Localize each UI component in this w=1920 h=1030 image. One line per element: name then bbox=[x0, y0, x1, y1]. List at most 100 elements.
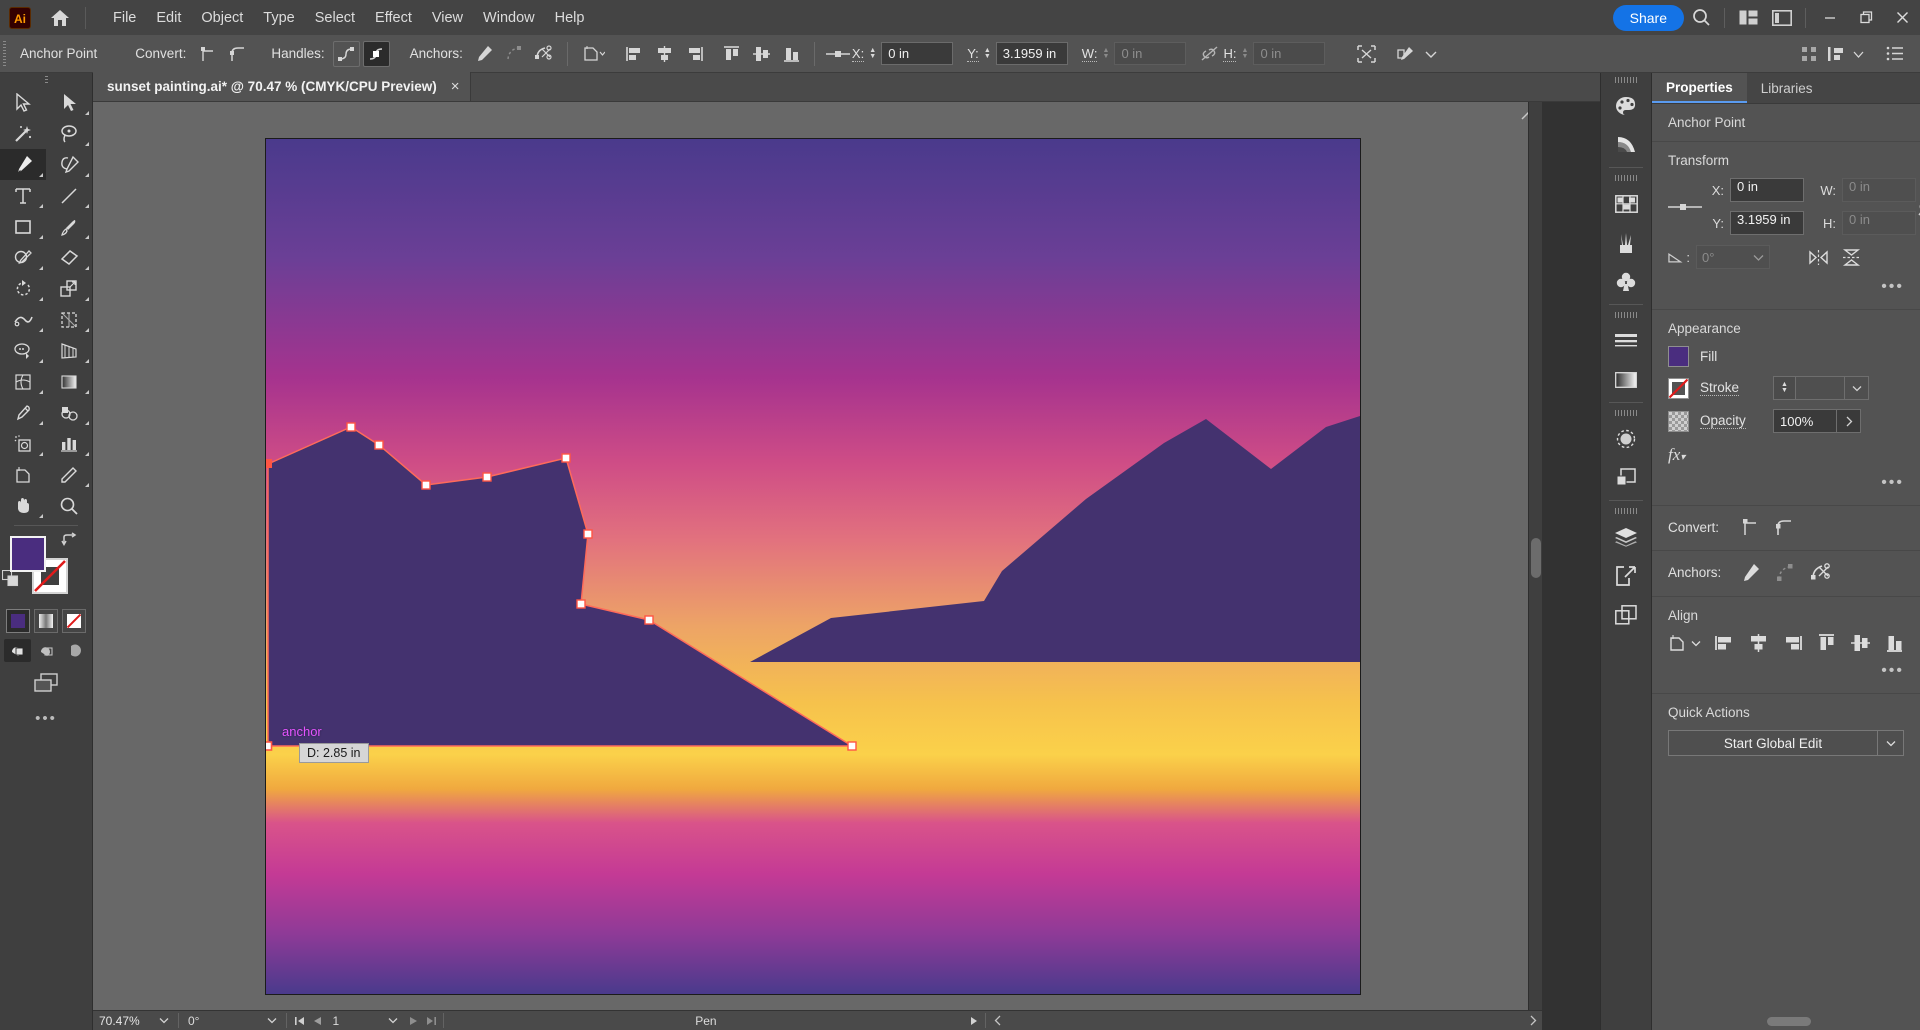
menu-select[interactable]: Select bbox=[305, 4, 365, 32]
y-input[interactable]: 3.1959 in bbox=[996, 42, 1068, 65]
hide-handles-icon[interactable] bbox=[363, 41, 390, 67]
tools-panel-grip[interactable] bbox=[0, 73, 92, 87]
hscroll-left-icon[interactable] bbox=[989, 1011, 1007, 1030]
eraser-tool[interactable] bbox=[46, 242, 92, 273]
canvas-horizontal-scroll-thumb[interactable] bbox=[1767, 1017, 1811, 1026]
close-icon[interactable]: × bbox=[451, 79, 460, 94]
free-transform-tool[interactable] bbox=[46, 304, 92, 335]
distribute-spacing-icon[interactable] bbox=[1822, 41, 1849, 67]
flip-horizontal-icon[interactable] bbox=[1808, 249, 1829, 266]
color-panel-icon[interactable] bbox=[1601, 86, 1651, 125]
swap-fill-stroke-icon[interactable] bbox=[61, 532, 78, 547]
dock-group-grip-3[interactable] bbox=[1601, 308, 1651, 321]
rotation-dropdown-icon[interactable] bbox=[261, 1011, 283, 1030]
share-button[interactable]: Share bbox=[1613, 5, 1684, 31]
remove-anchor-point-button[interactable] bbox=[1775, 562, 1796, 583]
add-anchor-point-button[interactable] bbox=[1740, 562, 1761, 583]
gradient-panel-icon[interactable] bbox=[1601, 360, 1651, 399]
transform-each-icon[interactable] bbox=[1795, 41, 1822, 67]
canvas-vertical-scrollbar[interactable] bbox=[1528, 102, 1542, 1010]
align-right-icon[interactable] bbox=[681, 41, 708, 67]
constrain-proportions-off-icon[interactable] bbox=[1196, 41, 1223, 67]
fx-button[interactable]: fx▾ bbox=[1668, 445, 1904, 465]
stroke-swatch[interactable] bbox=[1668, 378, 1689, 399]
lasso-tool[interactable] bbox=[46, 118, 92, 149]
first-artboard-icon[interactable] bbox=[290, 1011, 308, 1030]
document-tab[interactable]: sunset painting.ai* @ 70.47 % (CMYK/CPU … bbox=[93, 72, 471, 101]
global-edit-options-icon[interactable] bbox=[1878, 730, 1904, 756]
dock-group-grip-2[interactable] bbox=[1601, 171, 1651, 184]
magic-wand-tool[interactable] bbox=[0, 118, 46, 149]
menu-type[interactable]: Type bbox=[253, 4, 304, 32]
menu-file[interactable]: File bbox=[103, 4, 146, 32]
close-button[interactable] bbox=[1884, 5, 1920, 31]
cut-path-icon[interactable] bbox=[531, 41, 558, 67]
shape-tools-dropdown-icon[interactable] bbox=[1421, 41, 1441, 67]
menu-edit[interactable]: Edit bbox=[146, 4, 191, 32]
default-fill-stroke-icon[interactable] bbox=[2, 570, 19, 587]
previous-artboard-icon[interactable] bbox=[308, 1011, 326, 1030]
zoom-dropdown-icon[interactable] bbox=[153, 1011, 175, 1030]
align-top-icon[interactable] bbox=[718, 41, 745, 67]
opacity-options-icon[interactable] bbox=[1837, 409, 1861, 433]
distribute-dropdown-icon[interactable] bbox=[1849, 41, 1867, 67]
transform-bounds-icon[interactable] bbox=[1351, 41, 1381, 67]
next-artboard-icon[interactable] bbox=[404, 1011, 422, 1030]
zoom-level-value[interactable]: 70.47% bbox=[93, 1014, 153, 1028]
menu-window[interactable]: Window bbox=[473, 4, 545, 32]
pen-tool[interactable] bbox=[0, 149, 46, 180]
rectangle-tool[interactable] bbox=[0, 211, 46, 242]
align-more-options[interactable]: ••• bbox=[1668, 662, 1904, 680]
artboard-dropdown-icon[interactable] bbox=[577, 41, 611, 67]
last-artboard-icon[interactable] bbox=[422, 1011, 440, 1030]
perspective-grid-tool[interactable] bbox=[46, 335, 92, 366]
add-anchor-point-icon[interactable] bbox=[471, 41, 498, 67]
shape-builder-tool[interactable] bbox=[0, 335, 46, 366]
paintbrush-tool[interactable] bbox=[46, 211, 92, 242]
transparency-panel-icon[interactable] bbox=[1601, 458, 1651, 497]
remove-anchor-point-icon[interactable] bbox=[501, 41, 528, 67]
arrange-documents-icon[interactable] bbox=[1731, 0, 1765, 35]
menu-effect[interactable]: Effect bbox=[365, 4, 422, 32]
convert-to-smooth-icon[interactable] bbox=[224, 41, 251, 67]
align-to-dropdown[interactable] bbox=[1668, 633, 1701, 653]
props-y-input[interactable]: 3.1959 in bbox=[1730, 211, 1804, 235]
search-icon[interactable] bbox=[1684, 0, 1718, 35]
align-left-button[interactable] bbox=[1714, 633, 1735, 653]
symbols-panel-icon[interactable] bbox=[1601, 262, 1651, 301]
artboard[interactable]: anchor D: 2.85 in bbox=[266, 139, 1360, 994]
convert-to-smooth-button[interactable] bbox=[1774, 517, 1794, 537]
asset-export-icon[interactable] bbox=[1601, 556, 1651, 595]
slice-tool[interactable] bbox=[46, 459, 92, 490]
direct-selection-tool[interactable] bbox=[46, 87, 92, 118]
opacity-input[interactable]: 100% bbox=[1773, 409, 1837, 433]
align-top-button[interactable] bbox=[1816, 633, 1837, 653]
reference-point-widget[interactable] bbox=[1668, 201, 1702, 213]
dock-group-grip-5[interactable] bbox=[1601, 504, 1651, 517]
constrain-proportions-icon[interactable] bbox=[1916, 196, 1920, 218]
hscroll-right-icon[interactable] bbox=[1524, 1011, 1542, 1030]
dock-group-grip-4[interactable] bbox=[1601, 406, 1651, 419]
flip-vertical-icon[interactable] bbox=[1841, 248, 1862, 267]
align-right-button[interactable] bbox=[1782, 633, 1803, 653]
artboard-number-value[interactable]: 1 bbox=[326, 1014, 382, 1028]
curvature-tool[interactable] bbox=[46, 149, 92, 180]
rotate-tool[interactable] bbox=[0, 273, 46, 304]
align-left-icon[interactable] bbox=[621, 41, 648, 67]
zoom-tool[interactable] bbox=[46, 490, 92, 521]
cut-path-button[interactable] bbox=[1810, 562, 1832, 583]
show-handles-icon[interactable] bbox=[333, 41, 360, 67]
artboard-tool[interactable] bbox=[0, 459, 46, 490]
tools-more-button[interactable]: ••• bbox=[0, 710, 92, 727]
draw-normal-button[interactable] bbox=[4, 639, 31, 662]
artboards-panel-icon[interactable] bbox=[1601, 595, 1651, 634]
width-tool[interactable] bbox=[0, 304, 46, 335]
status-menu-icon[interactable] bbox=[964, 1011, 982, 1030]
shape-tools-icon[interactable] bbox=[1391, 41, 1421, 67]
mesh-tool[interactable] bbox=[0, 366, 46, 397]
dock-rail-grip[interactable] bbox=[1601, 73, 1651, 86]
stroke-weight-input[interactable] bbox=[1795, 376, 1845, 400]
line-segment-tool[interactable] bbox=[46, 180, 92, 211]
appearance-panel-icon[interactable] bbox=[1601, 419, 1651, 458]
rotation-value[interactable]: 0° bbox=[182, 1014, 205, 1028]
